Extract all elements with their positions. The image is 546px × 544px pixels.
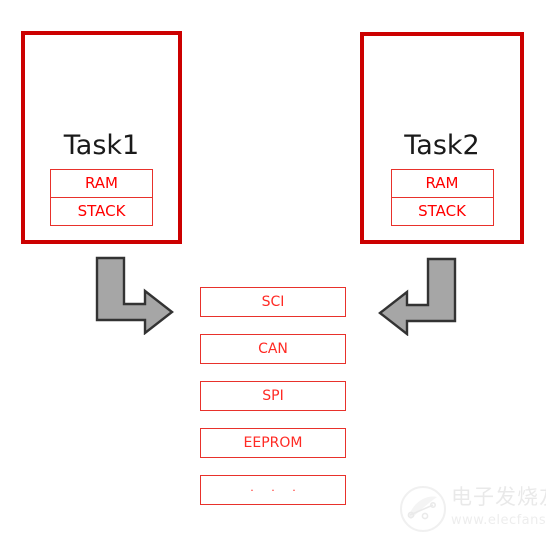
task1-stack-box: STACK: [50, 196, 153, 226]
task2-stack-box: STACK: [390, 196, 494, 226]
task2-memory-group: RAM STACK: [364, 169, 520, 226]
watermark: 电子发烧友 www.elecfans.com: [399, 481, 546, 539]
task2-ram-box: RAM: [390, 169, 494, 198]
watermark-url-text: www.elecfans.com: [451, 513, 546, 528]
peripheral-item-more: · · ·: [200, 475, 346, 505]
arrow-right-icon: [95, 256, 174, 335]
task1-title: Task1: [63, 130, 140, 161]
diagram-canvas: Task1 RAM STACK Task2 RAM STACK SCI CAN …: [0, 0, 546, 544]
peripheral-stack: SCI CAN SPI EEPROM · · ·: [200, 287, 346, 505]
task1-memory-group: RAM STACK: [25, 169, 178, 226]
task1-container: Task1 RAM STACK: [21, 31, 182, 244]
task1-ram-box: RAM: [50, 169, 153, 198]
peripheral-item-can: CAN: [200, 334, 346, 364]
peripheral-item-spi: SPI: [200, 381, 346, 411]
task2-title: Task2: [404, 130, 480, 161]
task2-container: Task2 RAM STACK: [360, 32, 524, 244]
peripheral-item-eeprom: EEPROM: [200, 428, 346, 458]
arrow-left-icon: [378, 257, 457, 336]
elecfans-logo-icon: [400, 486, 446, 532]
watermark-chinese-text: 电子发烧友: [451, 485, 546, 509]
peripheral-item-sci: SCI: [200, 287, 346, 317]
